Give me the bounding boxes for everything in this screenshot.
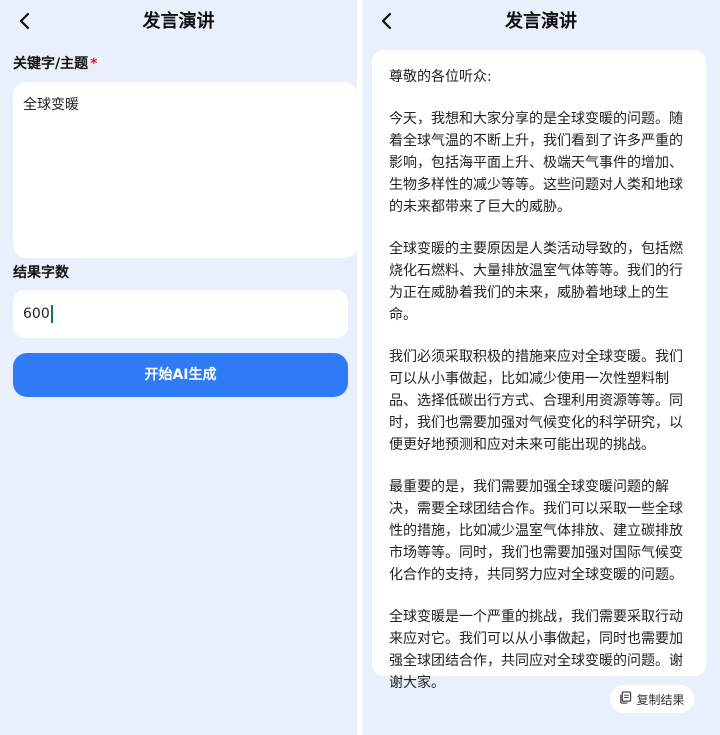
page-title: 发言演讲 xyxy=(142,11,215,32)
text-caret xyxy=(50,305,53,323)
top-bar: 发言演讲 xyxy=(0,0,357,44)
copy-icon xyxy=(619,691,632,707)
copy-result-label: 复制结果 xyxy=(636,692,685,707)
result-paragraph: 全球变暖的主要原因是人类活动导致的，包括燃烧化石燃料、大量排放温室气体等等。我们… xyxy=(389,241,683,323)
page-title: 发言演讲 xyxy=(505,11,577,32)
result-paragraph: 我们必须采取积极的措施来应对全球变暖。我们可以从小事做起，比如减少使用一次性塑料… xyxy=(389,349,683,453)
keyword-textarea[interactable]: 全球变暖 xyxy=(13,82,357,258)
result-card: 尊敬的各位听众: 今天，我想和大家分享的是全球变暖的问题。随着全球气温的不断上升… xyxy=(372,50,706,691)
word-count-input[interactable]: 600 xyxy=(13,290,348,338)
start-ai-generate-button[interactable]: 开始AI生成 xyxy=(13,353,348,397)
result-paragraph: 尊敬的各位听众: xyxy=(389,69,492,85)
speech-input-screen: 发言演讲 关键字/主题 * 全球变暖 结果字数 600 开始AI生成 xyxy=(0,0,357,735)
keyword-label: 关键字/主题 * xyxy=(13,53,97,73)
count-label: 结果字数 xyxy=(13,265,69,281)
word-count-value: 600 xyxy=(23,306,50,322)
copy-result-button[interactable]: 复制结果 xyxy=(610,685,694,713)
keyword-label-text: 关键字/主题 xyxy=(13,56,89,72)
required-mark: * xyxy=(90,56,98,72)
result-paragraph: 最重要的是，我们需要加强全球变暖问题的解决，需要全球团结合作。我们可以采取一些全… xyxy=(389,479,683,583)
keyword-value: 全球变暖 xyxy=(23,97,79,113)
result-paragraph: 今天，我想和大家分享的是全球变暖的问题。随着全球气温的不断上升，我们看到了许多严… xyxy=(389,111,683,215)
speech-result-screen: 发言演讲 尊敬的各位听众: 今天，我想和大家分享的是全球变暖的问题。随着全球气温… xyxy=(362,0,720,735)
top-bar: 发言演讲 xyxy=(362,0,720,44)
result-paragraph: 全球变暖是一个严重的挑战，我们需要采取行动来应对它。我们可以从小事做起，同时也需… xyxy=(389,609,683,691)
